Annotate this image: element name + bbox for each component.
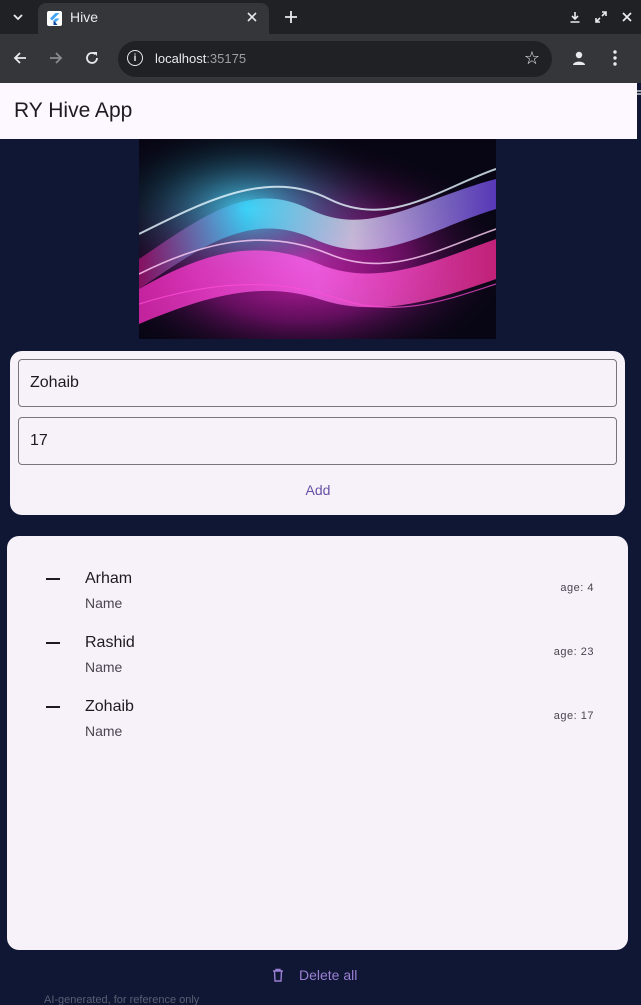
tab-search-chevron-icon[interactable] (6, 5, 30, 29)
item-age: age: 4 (560, 582, 594, 594)
flutter-favicon-icon (47, 11, 62, 26)
close-window-icon[interactable] (618, 8, 636, 26)
browser-tab-bar: Hive (0, 0, 641, 34)
delete-all-label: Delete all (299, 967, 358, 983)
close-tab-icon[interactable] (243, 8, 261, 26)
forward-icon[interactable] (45, 47, 67, 69)
browser-toolbar: i localhost:35175 ☆ (0, 34, 641, 95)
tab-title: Hive (70, 9, 99, 25)
item-name: Rashid (85, 634, 135, 651)
add-button[interactable]: Add (278, 475, 358, 505)
name-input[interactable] (18, 359, 617, 407)
remove-icon[interactable] (46, 706, 60, 708)
item-name: Zohaib (85, 698, 134, 715)
item-name: Arham (85, 570, 133, 587)
list-item[interactable]: Rashid Name age: 23 (7, 610, 628, 675)
profile-icon[interactable] (568, 47, 590, 69)
remove-icon[interactable] (46, 642, 60, 644)
back-icon[interactable] (9, 47, 31, 69)
fullscreen-icon[interactable] (592, 8, 610, 26)
list-item[interactable]: Zohaib Name age: 17 (7, 674, 628, 739)
url-text[interactable]: localhost:35175 (155, 51, 246, 66)
item-subtitle: Name (85, 659, 123, 675)
new-tab-icon[interactable] (280, 6, 302, 28)
people-list: Arham Name age: 4 Rashid Name age: 23 Zo… (7, 536, 628, 950)
list-item[interactable]: Arham Name age: 4 (7, 546, 628, 611)
app-bar: RY Hive App (0, 83, 637, 139)
item-age: age: 23 (553, 646, 594, 658)
delete-all-button[interactable]: Delete all (270, 962, 357, 988)
item-subtitle: Name (85, 723, 123, 739)
browser-menu-icon[interactable] (606, 47, 624, 69)
reload-icon[interactable] (81, 47, 103, 69)
hero-image (139, 139, 496, 339)
download-icon[interactable] (566, 8, 584, 26)
trash-icon (270, 967, 286, 983)
browser-tab[interactable]: Hive (38, 3, 269, 34)
item-age: age: 17 (553, 710, 594, 722)
app-title: RY Hive App (14, 99, 133, 122)
item-subtitle: Name (85, 595, 123, 611)
add-person-form: Add (10, 351, 625, 515)
remove-icon[interactable] (46, 578, 60, 580)
bookmark-star-icon[interactable]: ☆ (524, 48, 540, 69)
site-info-icon[interactable]: i (127, 50, 143, 66)
age-input[interactable] (18, 417, 617, 465)
footer-note: AI-generated, for reference only (44, 994, 200, 1005)
address-bar[interactable]: i localhost:35175 ☆ (118, 41, 552, 77)
